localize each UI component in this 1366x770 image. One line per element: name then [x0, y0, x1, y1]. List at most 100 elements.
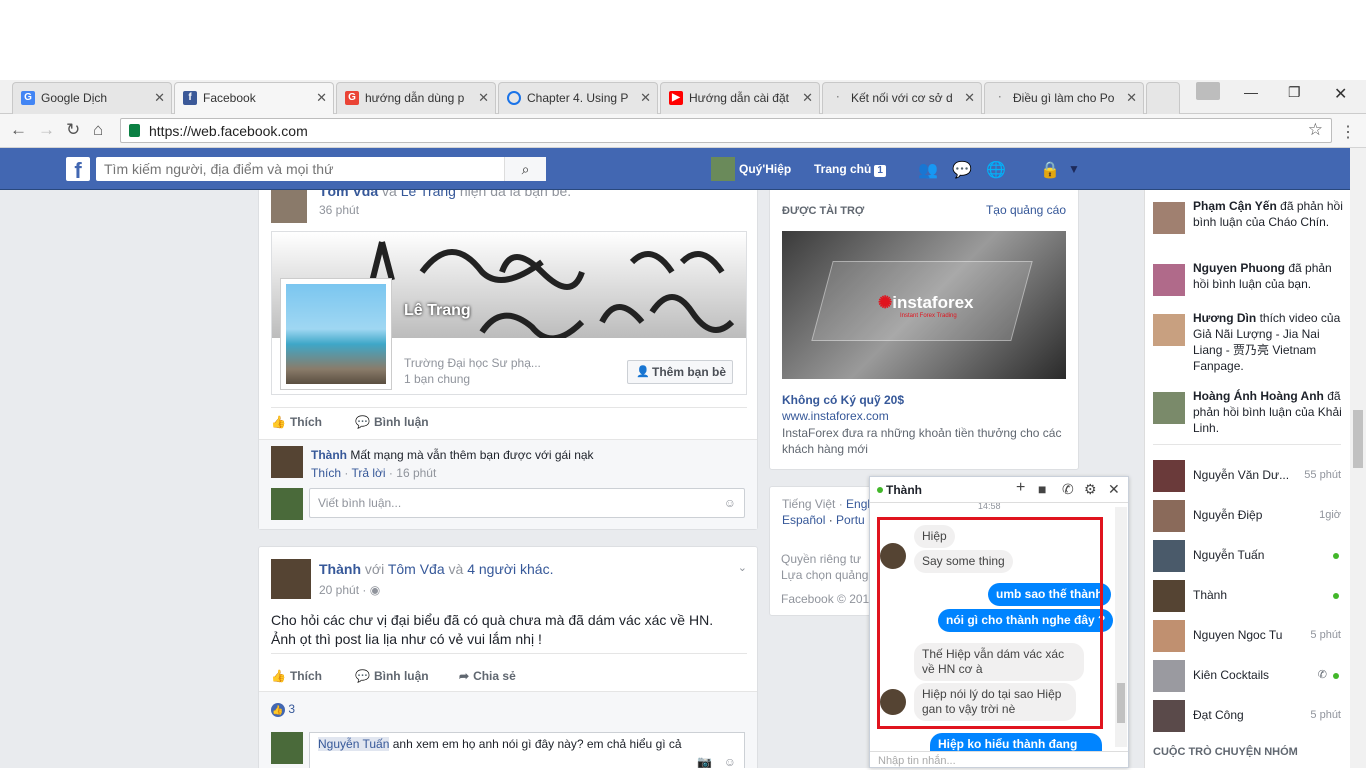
- ad-title[interactable]: Không có Ký quỹ 20$: [782, 393, 904, 407]
- omnibox[interactable]: https://web.facebook.com ☆: [120, 118, 1332, 143]
- scrollbar-thumb[interactable]: [1353, 410, 1363, 468]
- comment-button[interactable]: 💬 Bình luận: [355, 415, 433, 429]
- reload-icon[interactable]: ↻: [66, 120, 80, 140]
- tab-close-icon[interactable]: ✕: [316, 83, 327, 113]
- chat-scrollbar[interactable]: [1115, 507, 1127, 747]
- author-link[interactable]: Tôm Vđa: [319, 190, 378, 199]
- create-ad-link[interactable]: Tạo quảng cáo: [986, 203, 1066, 217]
- emoji-icon[interactable]: ☺: [724, 489, 736, 517]
- browser-menu-icon[interactable]: ⋮: [1340, 122, 1356, 142]
- add-people-icon[interactable]: +: [1016, 479, 1025, 497]
- tab-google-dich[interactable]: G Google Dịch ✕: [12, 82, 172, 114]
- tab-close-icon[interactable]: ✕: [154, 83, 165, 113]
- chat-scrollbar-thumb[interactable]: [1117, 683, 1125, 723]
- school-text: Trường Đại học Sư phạ...: [404, 356, 541, 370]
- like-button[interactable]: 👍 Thích: [271, 415, 326, 429]
- close-icon[interactable]: ✕: [1108, 481, 1120, 498]
- my-avatar: [271, 732, 303, 764]
- profile-icon[interactable]: [1196, 82, 1220, 100]
- emoji-icon[interactable]: ☺: [724, 755, 736, 768]
- close-window-icon[interactable]: ✕: [1334, 84, 1347, 104]
- messages-icon[interactable]: 💬: [952, 160, 972, 180]
- post-options-chevron-down-icon[interactable]: ⌄: [738, 561, 747, 574]
- post-avatar[interactable]: [271, 559, 311, 599]
- ticker-item[interactable]: Hương Dìn thích video của Giả Nãi Lượng …: [1153, 310, 1343, 382]
- home-link[interactable]: Trang chủ 1: [814, 157, 886, 181]
- camera-icon[interactable]: 📷: [697, 755, 712, 768]
- search-input[interactable]: [96, 157, 506, 181]
- comment-input[interactable]: Viết bình luận... ☺: [309, 488, 745, 518]
- group-conversations-header: CUỘC TRÒ CHUYỆN NHÓM: [1153, 746, 1298, 758]
- chat-title[interactable]: Thành: [886, 483, 922, 497]
- ad-site[interactable]: www.instaforex.com: [782, 409, 889, 423]
- chat-contact[interactable]: Kiên Cocktails ✆: [1153, 660, 1341, 692]
- new-tab-button[interactable]: [1146, 82, 1180, 114]
- home-icon[interactable]: ⌂: [93, 120, 103, 140]
- gear-icon[interactable]: ⚙: [1084, 481, 1097, 498]
- account-menu-chevron-down-icon[interactable]: ▼: [1068, 162, 1080, 176]
- phone-call-icon[interactable]: ✆: [1062, 481, 1074, 498]
- search-icon[interactable]: ⌕: [504, 157, 546, 181]
- ticker-item[interactable]: Nguyen Phuong đã phản hồi bình luận của …: [1153, 260, 1343, 308]
- chat-contact[interactable]: Nguyễn Điệp 1giờ: [1153, 500, 1341, 532]
- post-time[interactable]: 36 phút: [319, 203, 359, 217]
- bookmark-star-icon[interactable]: ☆: [1308, 120, 1323, 140]
- tab-dieu-gi[interactable]: · Điều gì làm cho Po ✕: [984, 82, 1144, 114]
- share-icon: ➦: [459, 669, 470, 683]
- quick-help-icon[interactable]: 🔒: [1040, 160, 1060, 180]
- chat-contact[interactable]: Nguyen Ngoc Tu 5 phút: [1153, 620, 1341, 652]
- video-call-icon[interactable]: ■: [1038, 481, 1046, 497]
- chat-contact[interactable]: Thành: [1153, 580, 1341, 612]
- like-button[interactable]: 👍 Thích: [271, 669, 326, 683]
- forward-icon[interactable]: →: [38, 120, 55, 140]
- friend-link[interactable]: Lê Trang: [401, 190, 456, 199]
- cover-name[interactable]: Lê Trang: [404, 302, 471, 320]
- add-friend-button[interactable]: 👤 Thêm bạn bè: [627, 360, 733, 384]
- author-link[interactable]: Thành: [319, 561, 361, 577]
- commenter-avatar[interactable]: [271, 446, 303, 478]
- tab-close-icon[interactable]: ✕: [802, 83, 813, 113]
- ticker-item[interactable]: Hoàng Ánh Hoàng Anh đã phản hồi bình luậ…: [1153, 388, 1343, 444]
- chat-message-input[interactable]: Nhập tin nhắn...: [870, 751, 1128, 769]
- google-translate-icon: G: [21, 91, 35, 105]
- comment-button[interactable]: 💬 Bình luận: [355, 669, 433, 683]
- chat-contact[interactable]: Nguyễn Tuấn: [1153, 540, 1341, 572]
- tab-close-icon[interactable]: ✕: [1126, 83, 1137, 113]
- tab-close-icon[interactable]: ✕: [640, 83, 651, 113]
- tab-youtube[interactable]: ▶ Hướng dẫn cài đặt ✕: [660, 82, 820, 114]
- avatar: [1153, 202, 1185, 234]
- tab-close-icon[interactable]: ✕: [478, 83, 489, 113]
- profile-picture-frame[interactable]: [280, 278, 392, 390]
- ticker-item[interactable]: Phạm Cận Yến đã phản hồi bình luận của C…: [1153, 198, 1343, 254]
- chat-contact[interactable]: Nguyễn Văn Dư... 55 phút: [1153, 460, 1341, 492]
- facebook-logo-icon[interactable]: f: [66, 157, 90, 183]
- tab-facebook[interactable]: f Facebook ✕: [174, 82, 334, 114]
- comment-input[interactable]: Nguyễn Tuấn anh xem em họ anh nói gì đây…: [309, 732, 745, 768]
- back-icon[interactable]: ←: [10, 120, 27, 140]
- minimize-icon[interactable]: —: [1244, 84, 1258, 100]
- tab-chapter4[interactable]: Chapter 4. Using P ✕: [498, 82, 658, 114]
- tab-huong-dan[interactable]: Ghướng dẫn dùng p ✕: [336, 82, 496, 114]
- friend-requests-icon[interactable]: 👥: [918, 160, 938, 180]
- ad-choices-link[interactable]: Lựa chọn quảng: [781, 568, 868, 582]
- post-avatar[interactable]: [271, 190, 307, 223]
- comment-like-link[interactable]: Thích: [311, 466, 341, 480]
- mutual-friends[interactable]: 1 bạn chung: [404, 372, 470, 386]
- like-count[interactable]: 👍 3: [271, 702, 295, 717]
- post-time[interactable]: 20 phút · ◉: [319, 583, 380, 597]
- url-text[interactable]: https://web.facebook.com: [149, 123, 308, 139]
- restore-icon[interactable]: ❐: [1288, 84, 1301, 101]
- share-button[interactable]: ➦ Chia sẻ: [459, 669, 520, 683]
- comments-section: 👍 3 Nguyễn Tuấn anh xem em họ anh nói gì…: [259, 691, 757, 768]
- privacy-link[interactable]: Quyền riêng tư: [781, 552, 861, 566]
- message-time: 14:58: [978, 503, 1001, 511]
- chat-contact[interactable]: Đạt Công 5 phút: [1153, 700, 1341, 732]
- comment-reply-link[interactable]: Trả lời: [351, 466, 385, 480]
- chat-header[interactable]: Thành + ■ ✆ ⚙ ✕: [870, 477, 1128, 503]
- tab-ket-noi[interactable]: · Kết nối với cơ sở d ✕: [822, 82, 982, 114]
- notifications-globe-icon[interactable]: 🌐: [986, 160, 1006, 180]
- tab-close-icon[interactable]: ✕: [964, 83, 975, 113]
- page-scrollbar[interactable]: [1350, 148, 1366, 768]
- profile-link[interactable]: Quý'Hiệp: [711, 157, 791, 181]
- ad-image[interactable]: ✺instaforex Instant Forex Trading: [782, 231, 1066, 379]
